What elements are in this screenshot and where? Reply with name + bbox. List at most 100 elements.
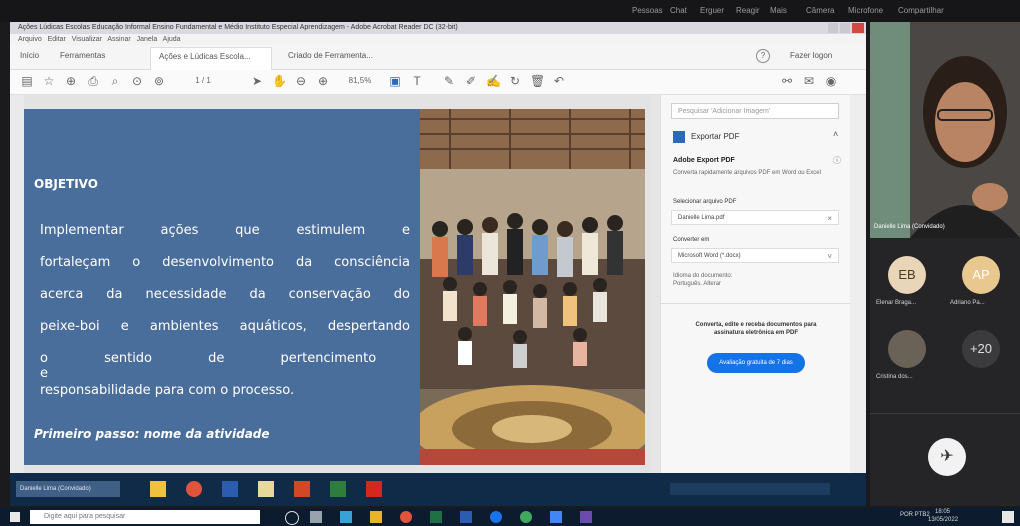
sign-icon[interactable]: ✍ [486, 74, 501, 88]
tab-home[interactable]: Início [20, 51, 39, 60]
media-icon[interactable] [330, 481, 346, 497]
clock-time[interactable]: 18:05 [935, 509, 950, 515]
word-icon[interactable] [222, 481, 238, 497]
document-scrollbar[interactable] [650, 95, 660, 473]
participant-avatar[interactable]: AP [962, 256, 1000, 294]
hand-tool-icon[interactable]: ✋ [272, 74, 287, 88]
excel-icon[interactable] [430, 511, 442, 523]
panel-search-input[interactable]: Pesquisar 'Adicionar Imagem' [671, 103, 839, 119]
page-number-field[interactable]: 1 / 1 [188, 74, 218, 88]
help-icon[interactable]: ? [756, 49, 770, 63]
free-trial-button[interactable]: Avaliação gratuita de 7 dias [707, 353, 805, 373]
left-navigation-strip[interactable] [10, 95, 24, 473]
export-pdf-title[interactable]: Exportar PDF [691, 132, 739, 141]
undo-icon[interactable]: ↶ [552, 74, 566, 88]
outlook-icon[interactable] [460, 511, 472, 523]
notifications-icon[interactable] [1002, 511, 1014, 523]
chevron-up-icon[interactable]: ˄ [833, 129, 838, 139]
camera-button[interactable]: Câmera [806, 6, 834, 15]
mic-button[interactable]: Microfone [848, 6, 883, 15]
os-search-input[interactable]: Digite aqui para pesquisar [30, 510, 260, 524]
sidebar-toggle-icon[interactable]: ▤ [20, 74, 34, 88]
notes-icon[interactable] [258, 481, 274, 497]
page-down-icon[interactable]: ⊚ [152, 74, 166, 88]
tab-document-2[interactable]: Criado de Ferramenta... [288, 51, 373, 60]
share-button[interactable]: Compartilhar [898, 6, 944, 15]
page-up-icon[interactable]: ⊙ [130, 74, 144, 88]
people-button[interactable]: Pessoas [632, 6, 663, 15]
menu-view[interactable]: Visualizar [72, 36, 102, 43]
menu-edit[interactable]: Editar [48, 36, 66, 43]
panel-scrollbar[interactable] [850, 95, 866, 473]
windows-start-icon[interactable] [10, 512, 20, 522]
clock-date[interactable]: 13/05/2022 [928, 517, 958, 523]
menu-help[interactable]: Ajuda [163, 36, 181, 43]
search-icon[interactable]: ⌕ [108, 74, 122, 88]
share-link-icon[interactable]: ⚯ [780, 74, 794, 88]
language-indicator[interactable]: POR PTB2 [900, 512, 930, 518]
info-icon[interactable]: ⓘ [833, 155, 841, 166]
select-cursor-icon[interactable]: ➤ [250, 74, 264, 88]
document-language-label: Idioma do documento: [673, 273, 733, 279]
rotate-icon[interactable]: ↻ [508, 74, 522, 88]
text-tool-icon[interactable]: T [410, 74, 424, 88]
comment-icon[interactable]: ✎ [442, 74, 456, 88]
group-photo [420, 109, 645, 465]
presenter-label: Danielle Lima (Convidado) [16, 481, 120, 497]
document-language-value[interactable]: Português. Alterar [673, 281, 721, 287]
more-participants-count: +20 [969, 341, 993, 356]
signin-button[interactable]: Fazer logon [790, 51, 832, 60]
powerpoint-icon[interactable] [294, 481, 310, 497]
more-participants-avatar[interactable]: +20 [962, 330, 1000, 368]
task-view-icon[interactable] [310, 511, 322, 523]
tab-document-active[interactable]: Ações e Lúdicas Escola... [150, 47, 272, 70]
toolbar: ▤ ☆ ⊕ ⎙ ⌕ ⊙ ⊚ 1 / 1 ➤ ✋ ⊖ ⊕ 81,5% ▣ T ✎ … [10, 70, 866, 95]
fit-page-icon[interactable]: ▣ [388, 74, 402, 88]
remove-file-icon[interactable]: × [827, 211, 832, 226]
convert-format-select[interactable]: Microsoft Word (*.docx) ˅ [671, 248, 839, 263]
acrobat-icon[interactable] [366, 481, 382, 497]
print-icon[interactable]: ⎙ [86, 74, 100, 88]
menu-window[interactable]: Janela [137, 36, 158, 43]
folder-icon[interactable] [150, 481, 166, 497]
trash-icon[interactable]: 🗑 [530, 74, 545, 88]
speaker-video-image [870, 22, 1020, 238]
star-icon[interactable]: ☆ [42, 74, 56, 88]
react-button[interactable]: Reagir [736, 6, 760, 15]
menu-file[interactable]: Arquivo [18, 36, 42, 43]
cortana-icon[interactable] [285, 511, 299, 525]
account-icon[interactable]: ◉ [824, 74, 838, 88]
zoom-level-field[interactable]: 81,5% [342, 74, 378, 88]
export-pdf-icon [673, 131, 685, 143]
slide-body-line: o sentido de pertencimento e [40, 351, 377, 381]
zoom-out-icon[interactable]: ⊖ [294, 74, 308, 88]
edge-icon[interactable] [340, 511, 352, 523]
close-window-button[interactable] [852, 23, 864, 33]
more-button[interactable]: Mais [770, 6, 787, 15]
participant-photo-avatar[interactable] [888, 330, 926, 368]
participant-avatar[interactable]: EB [888, 256, 926, 294]
os-chrome-icon[interactable] [400, 511, 412, 523]
pen-icon[interactable]: ✐ [464, 74, 478, 88]
chrome-icon[interactable] [186, 481, 202, 497]
zoom-in-icon[interactable]: ⊕ [316, 74, 330, 88]
upload-icon[interactable]: ⊕ [64, 74, 78, 88]
chat-button[interactable]: Chat [670, 6, 687, 15]
maximize-button[interactable] [840, 23, 850, 33]
whatsapp-icon[interactable] [520, 511, 532, 523]
chat-bubble-icon[interactable]: ✈ [928, 438, 966, 476]
slide-subheading: Primeiro passo: nome da atividade [34, 427, 270, 441]
mail-icon[interactable]: ✉ [802, 74, 816, 88]
teams-icon[interactable] [580, 511, 592, 523]
shared-taskbar: Danielle Lima (Convidado) [10, 473, 866, 506]
files-icon[interactable] [550, 511, 562, 523]
raise-hand-button[interactable]: Erguer [700, 6, 724, 15]
menu-sign[interactable]: Assinar [107, 36, 130, 43]
minimize-button[interactable] [828, 23, 838, 33]
tab-tools[interactable]: Ferramentas [60, 51, 105, 60]
explorer-icon[interactable] [370, 511, 382, 523]
participant-name: Adriano Pa... [950, 300, 985, 306]
slide-body-line: fortaleçam o desenvolvimento da consciên… [40, 255, 410, 270]
selected-file-field[interactable]: Danielle Lima.pdf × [671, 210, 839, 225]
meet-icon[interactable] [490, 511, 502, 523]
